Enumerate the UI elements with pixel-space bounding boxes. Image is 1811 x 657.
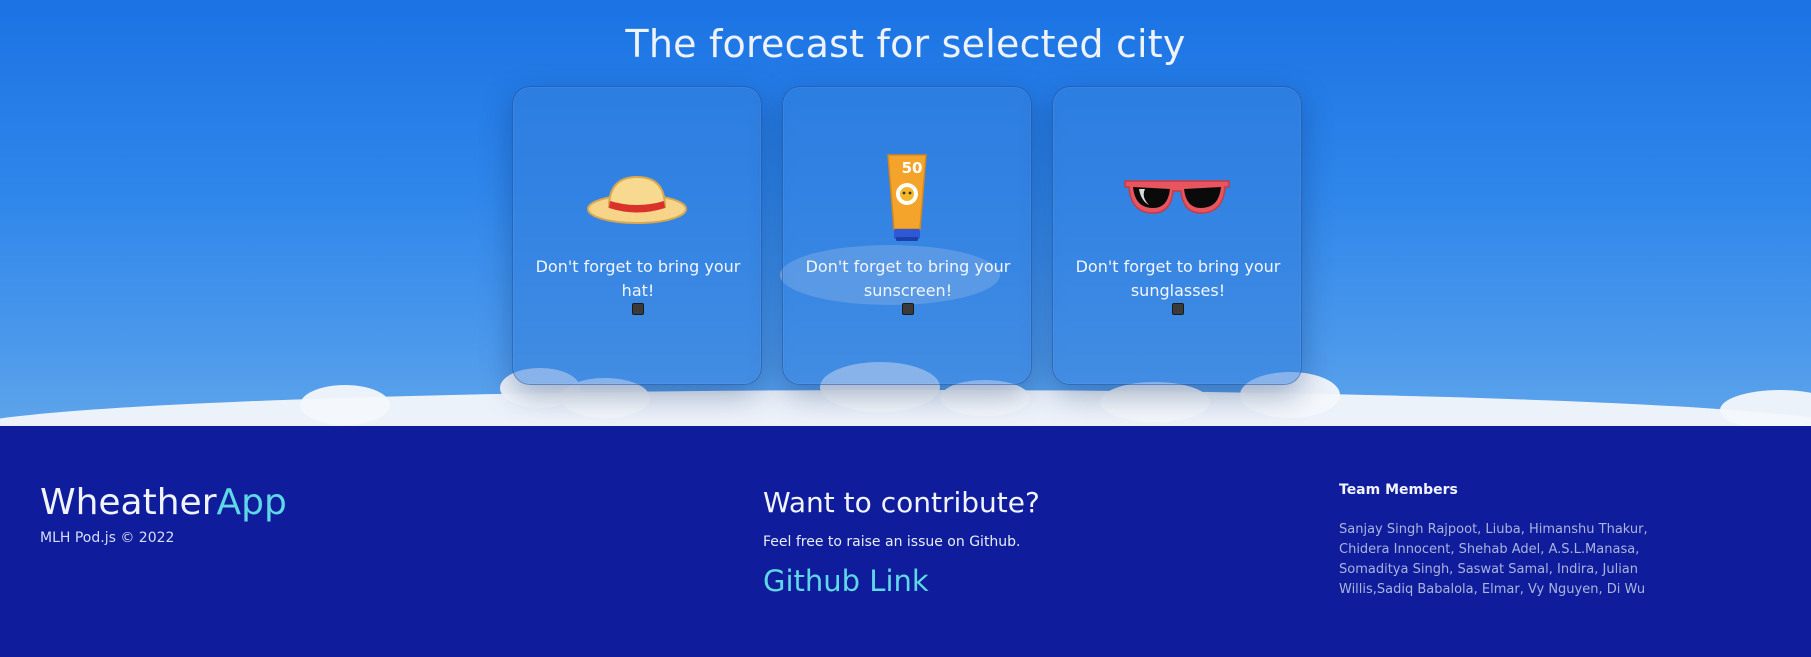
card-message: Don't forget to bring your hat! [535,257,741,300]
cloud-decoration [300,385,390,425]
footer: WheatherApp MLH Pod.js © 2022 Want to co… [0,426,1811,657]
sunscreen-icon: 50 [783,147,1031,247]
team-heading: Team Members [1339,482,1458,498]
reminder-checkbox[interactable] [1172,303,1184,315]
brand-name: Wheather [40,482,217,523]
cloud-decoration [940,380,1030,416]
forecast-card-sunscreen: 50 Don't forget to bring your sunscreen! [782,86,1032,385]
sun-hat-icon [513,147,761,247]
card-message: Don't forget to bring your sunscreen! [805,257,1011,300]
brand-accent: App [216,482,287,523]
page-title: The forecast for selected city [625,22,1186,66]
contribute-heading: Want to contribute? [763,486,1040,519]
sunglasses-icon [1053,147,1301,247]
copyright-text: MLH Pod.js © 2022 [40,530,175,546]
team-members-list: Sanjay Singh Rajpoot, Liuba, Himanshu Th… [1339,522,1648,597]
cloud-decoration [1100,382,1210,422]
weather-app-page: The forecast for selected city Don't for… [0,0,1811,657]
card-message: Don't forget to bring your sunglasses! [1075,257,1281,300]
brand-logo[interactable]: WheatherApp [40,482,287,523]
contribute-text: Feel free to raise an issue on Github. [763,534,1021,550]
cloud-decoration [1720,390,1811,426]
forecast-section: The forecast for selected city Don't for… [0,0,1811,426]
reminder-checkbox[interactable] [632,303,644,315]
forecast-card-sunglasses: Don't forget to bring your sunglasses! [1052,86,1302,385]
forecast-card-hat: Don't forget to bring your hat! [512,86,762,385]
svg-text:50: 50 [902,159,923,177]
github-link[interactable]: Github Link [763,564,929,598]
reminder-checkbox[interactable] [902,303,914,315]
